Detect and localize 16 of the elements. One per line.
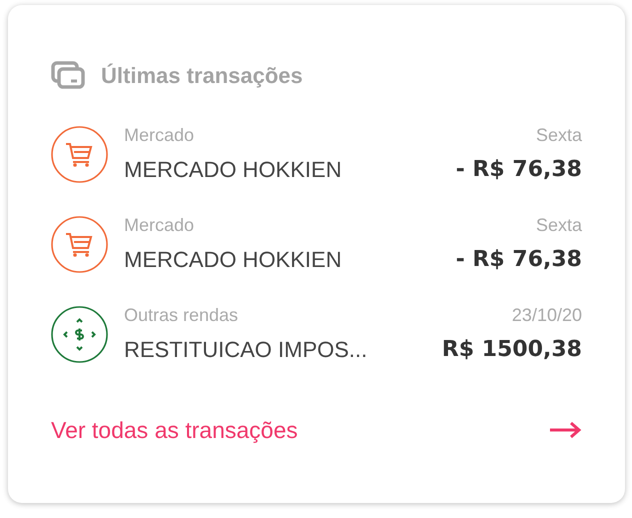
category-label: Mercado [124, 124, 194, 147]
category-label: Outras rendas [124, 304, 238, 327]
view-all-link[interactable]: Ver todas as transações [51, 413, 582, 448]
transaction-date: Sexta [536, 124, 582, 147]
transaction-description: MERCADO HOKKIEN [124, 246, 342, 274]
transaction-amount: R$ 1500,38 [442, 336, 582, 364]
transaction-amount: - R$ 76,38 [456, 156, 582, 184]
transaction-date: Sexta [536, 214, 582, 237]
arrow-right-icon [550, 421, 582, 440]
category-label: Mercado [124, 214, 194, 237]
transaction-amount: - R$ 76,38 [456, 246, 582, 274]
transaction-description: RESTITUICAO IMPOS... [124, 336, 368, 364]
transaction-description: MERCADO HOKKIEN [124, 156, 342, 184]
card-title: Últimas transações [101, 62, 303, 90]
cards-icon [51, 61, 85, 89]
transaction-date: 23/10/20 [512, 304, 582, 327]
